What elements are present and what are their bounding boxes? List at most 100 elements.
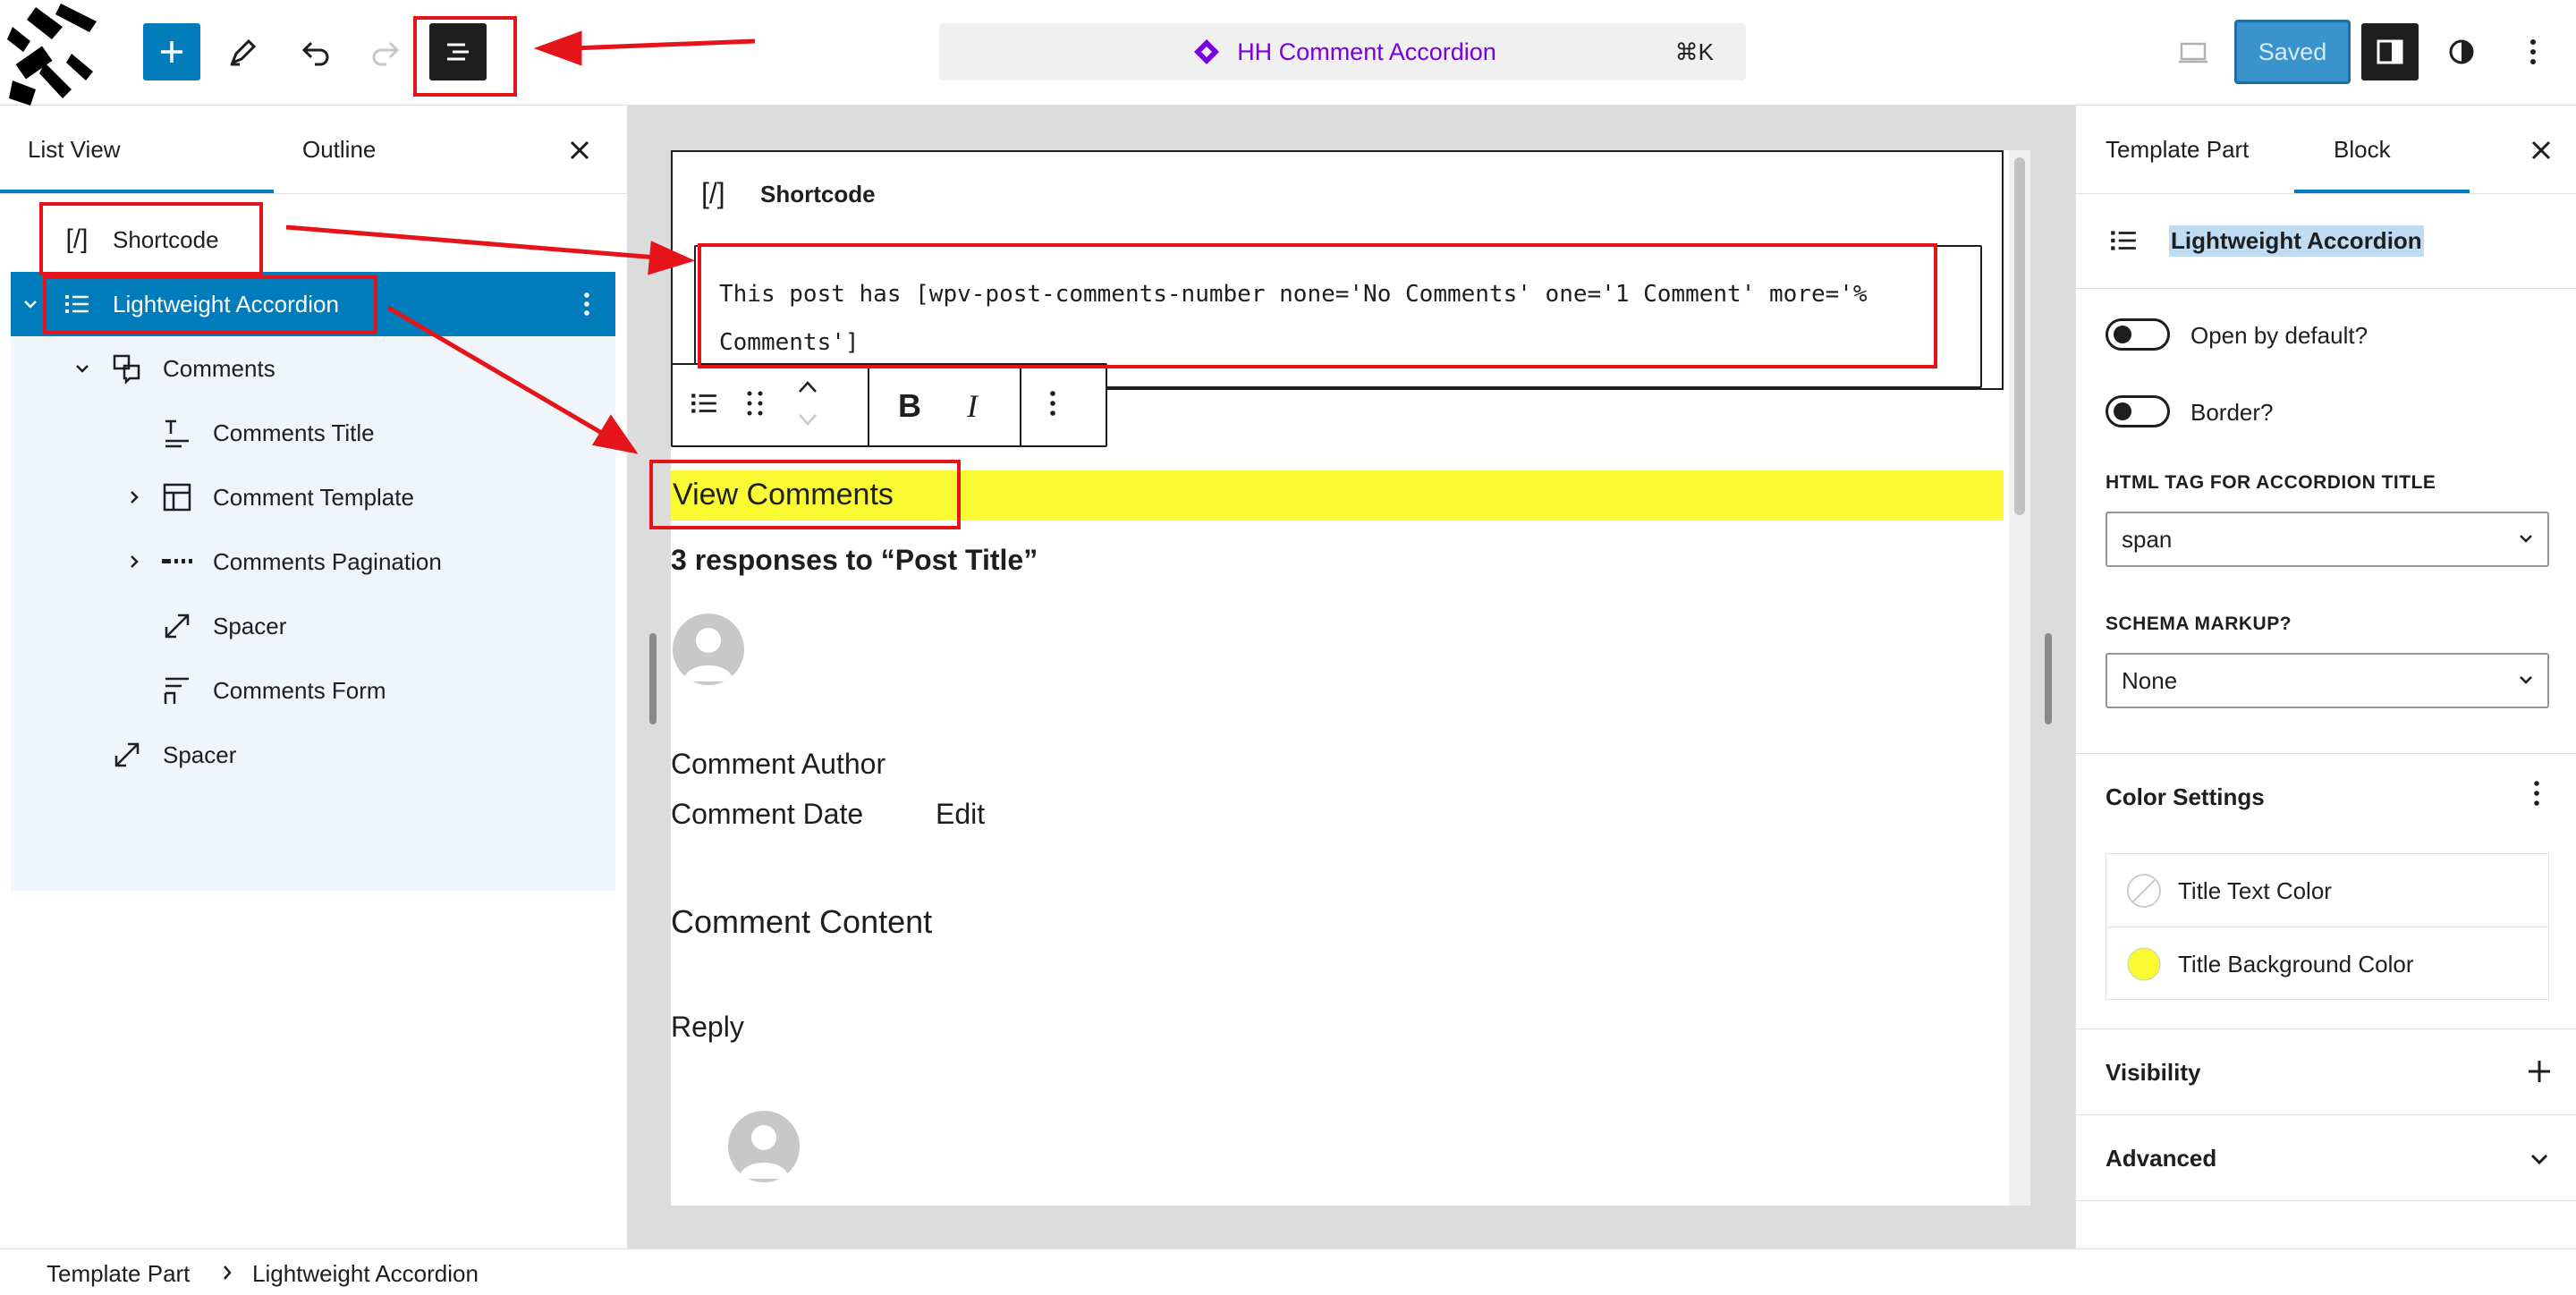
divider (2076, 288, 2576, 289)
more-vertical-icon (2534, 781, 2539, 806)
html-tag-select[interactable]: span (2106, 512, 2549, 567)
preview-button[interactable] (2165, 23, 2222, 80)
top-toolbar: HH Comment Accordion ⌘K Saved (0, 0, 2576, 106)
block-toolbar: B I (671, 363, 1107, 447)
close-settings-button[interactable] (2520, 129, 2563, 172)
undo-icon (301, 41, 329, 66)
list-item-label: Comments (163, 354, 275, 382)
canvas-scrollbar[interactable] (2009, 150, 2030, 1206)
settings-toggle[interactable] (2361, 23, 2419, 80)
list-item-label: Comments Form (213, 676, 386, 704)
more-vertical-icon (2530, 39, 2536, 64)
schema-value: None (2122, 667, 2178, 694)
resize-handle-left[interactable] (649, 633, 657, 724)
title-background-color-item[interactable]: Title Background Color (2106, 927, 2548, 1001)
tab-block-label: Block (2334, 136, 2391, 163)
plus-icon (161, 41, 182, 63)
pencil-icon (230, 38, 257, 66)
command-title-wrap: HH Comment Accordion (939, 23, 1746, 80)
tools-button[interactable] (215, 23, 272, 80)
chevron-right-icon[interactable] (116, 544, 152, 580)
list-item-label: Spacer (213, 612, 287, 639)
comment-reply-link[interactable]: Reply (671, 1011, 744, 1044)
saved-button[interactable]: Saved (2234, 20, 2351, 84)
toolbar-divider (1020, 365, 1021, 447)
breadcrumb: Template Part Lightweight Accordion (0, 1248, 2576, 1295)
comment-date: Comment Date (671, 798, 864, 830)
visibility-panel-toggle[interactable]: Visibility (2076, 1028, 2576, 1114)
tab-template-part[interactable]: Template Part (2106, 106, 2249, 193)
breadcrumb-item-lightweight-accordion[interactable]: Lightweight Accordion (252, 1260, 479, 1288)
list-icon (691, 394, 716, 413)
border-toggle[interactable] (2106, 395, 2170, 427)
advanced-panel-toggle[interactable]: Advanced (2076, 1114, 2576, 1200)
drag-handle-icon (747, 391, 763, 416)
add-block-button[interactable] (143, 23, 200, 80)
saved-label: Saved (2258, 38, 2327, 65)
border-label: Border? (2190, 399, 2274, 426)
color-list: Title Text Color Title Background Color (2106, 853, 2549, 1000)
tab-outline[interactable]: Outline (274, 106, 404, 193)
shortcode-block-icon: [/] (701, 177, 725, 209)
redo-button[interactable] (358, 23, 415, 80)
breadcrumb-item-template-part[interactable]: Template Part (47, 1260, 190, 1288)
visibility-heading: Visibility (2106, 1059, 2201, 1086)
list-item-spacer[interactable]: Spacer (11, 594, 615, 658)
color-settings-heading: Color Settings (2106, 783, 2265, 810)
schema-select[interactable]: None (2106, 653, 2549, 708)
divider (2076, 193, 2576, 194)
color-swatch-yellow-icon (2127, 947, 2161, 981)
command-bar[interactable]: HH Comment Accordion ⌘K (939, 23, 1746, 80)
list-item-comment-template[interactable]: Comment Template (11, 465, 615, 529)
options-button[interactable] (2504, 23, 2562, 80)
block-type-button[interactable] (689, 388, 724, 424)
undo-button[interactable] (286, 23, 343, 80)
open-by-default-toggle[interactable] (2106, 318, 2170, 351)
list-item-comments-pagination[interactable]: Comments Pagination (11, 529, 615, 594)
layout-icon (159, 479, 195, 515)
annotation-box (649, 460, 961, 529)
tab-divider (0, 193, 628, 194)
chevron-up-icon (799, 381, 817, 393)
toolbar-divider (868, 365, 869, 447)
spacer-icon (109, 737, 145, 773)
desktop-icon (2179, 42, 2207, 63)
styles-button[interactable] (2433, 23, 2490, 80)
chevron-right-icon[interactable] (116, 479, 152, 515)
drag-handle[interactable] (744, 388, 771, 424)
italic-button[interactable]: I (950, 383, 995, 429)
canvas-scrollbar-thumb[interactable] (2014, 157, 2025, 515)
comment-edit-link[interactable]: Edit (936, 798, 985, 831)
more-vertical-icon[interactable] (569, 286, 605, 322)
tab-block[interactable]: Block (2294, 106, 2470, 193)
list-item-comments-title[interactable]: Comments Title (11, 401, 615, 465)
annotation-box (39, 202, 263, 275)
more-vertical-icon (1050, 391, 1055, 416)
close-list-view-button[interactable] (558, 129, 601, 172)
color-swatch-empty-icon (2127, 874, 2161, 908)
advanced-heading: Advanced (2106, 1145, 2217, 1172)
block-card-title: Lightweight Accordion (2169, 225, 2424, 257)
open-by-default-label: Open by default? (2190, 322, 2368, 349)
form-icon (159, 673, 195, 708)
list-item-spacer[interactable]: Spacer (11, 723, 615, 787)
avatar-icon (683, 628, 733, 681)
title-icon (159, 415, 195, 451)
resize-handle-right[interactable] (2045, 633, 2052, 724)
list-icon (2111, 231, 2136, 250)
avatar-icon (739, 1125, 789, 1179)
chevron-down-icon (799, 414, 817, 426)
color-settings-options-button[interactable] (2520, 778, 2555, 814)
move-up-button[interactable] (796, 376, 823, 402)
block-options-button[interactable] (1048, 388, 1084, 424)
list-item-comments[interactable]: Comments (11, 336, 615, 401)
contrast-icon (2449, 39, 2474, 64)
chevron-down-icon (2517, 655, 2535, 726)
site-logo[interactable] (0, 0, 106, 106)
tab-list-view[interactable]: List View (0, 106, 274, 193)
list-item-comments-form[interactable]: Comments Form (11, 658, 615, 723)
chevron-down-icon[interactable] (64, 351, 100, 386)
title-text-color-item[interactable]: Title Text Color (2106, 854, 2548, 927)
bold-button[interactable]: B (887, 383, 932, 429)
move-down-button[interactable] (796, 410, 823, 436)
